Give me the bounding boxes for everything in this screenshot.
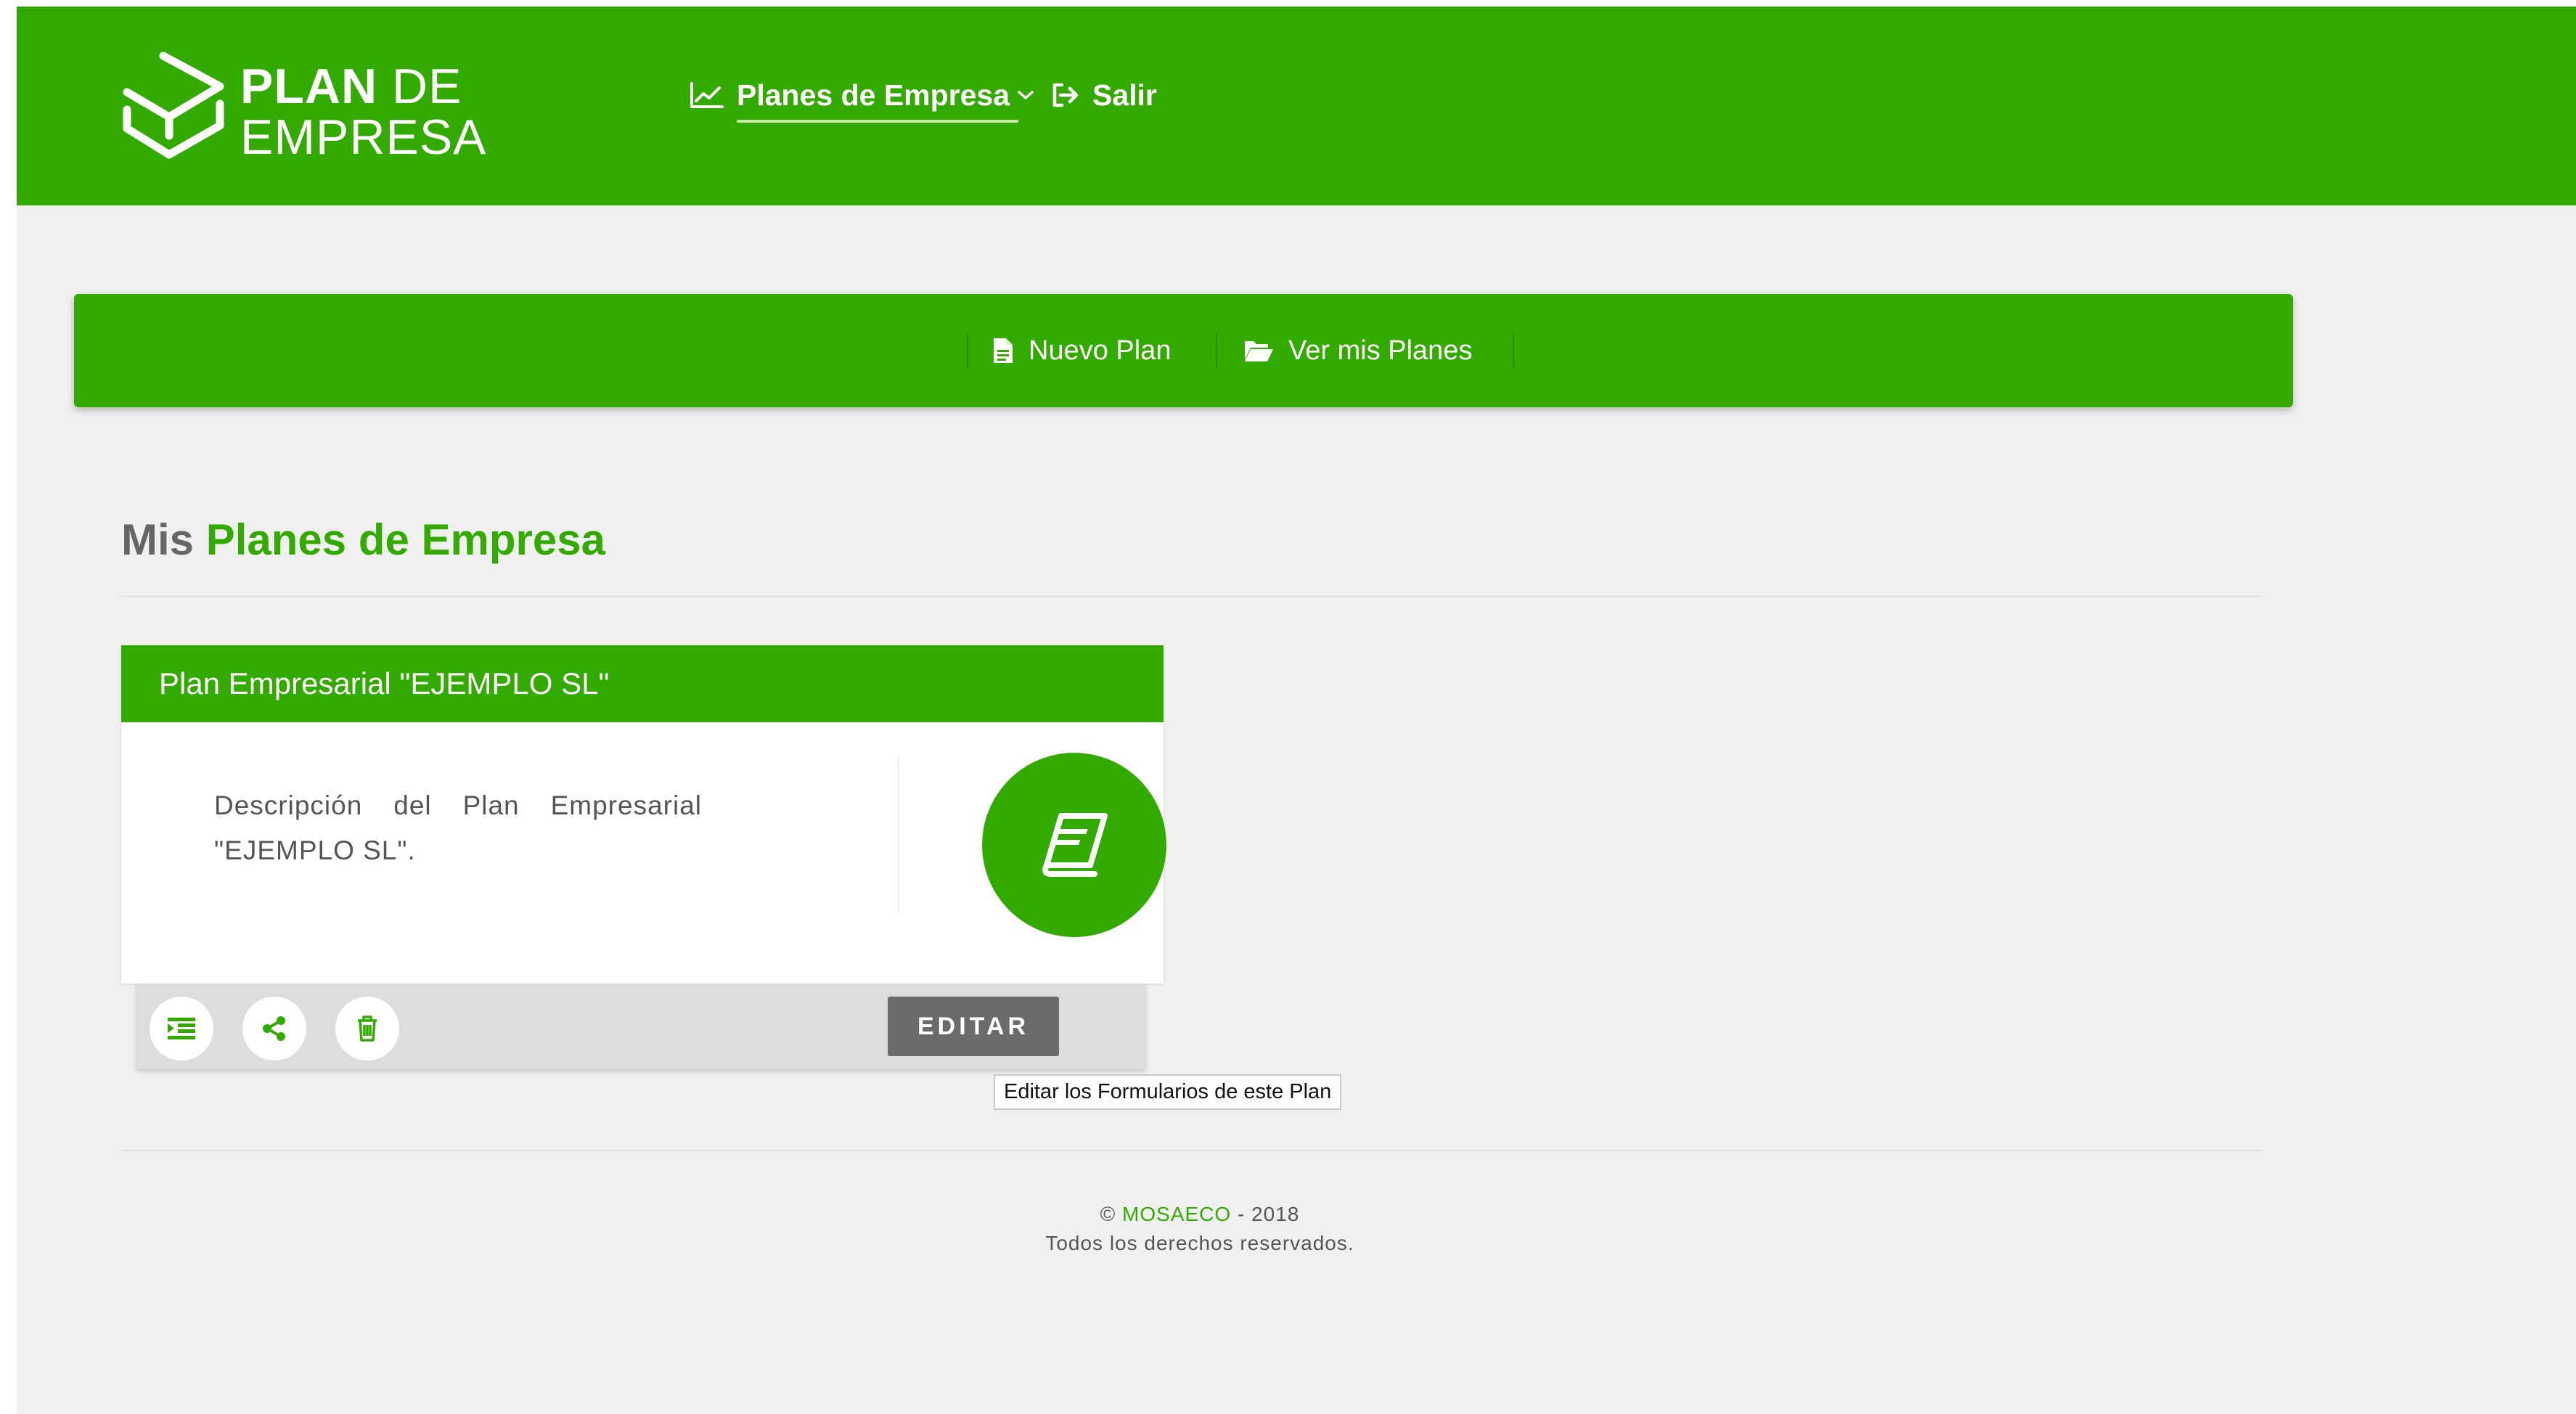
toolbar-divider — [967, 333, 968, 368]
title-divider — [121, 596, 2262, 597]
edit-tooltip: Editar los Formularios de este Plan — [994, 1074, 1342, 1110]
delete-plan-button[interactable] — [335, 997, 399, 1060]
nav-active-underline — [737, 120, 1019, 123]
sign-out-icon — [1052, 83, 1079, 107]
list-icon — [168, 1018, 195, 1039]
nav-plans-dropdown[interactable]: Planes de Empresa — [689, 73, 1046, 123]
plan-card: Plan Empresarial "EJEMPLO SL" Descripció… — [121, 645, 1166, 984]
view-plans-label: Ver mis Planes — [1288, 335, 1473, 366]
plan-emblem — [982, 753, 1166, 937]
brand-wordmark: PLAN DE EMPRESA — [240, 62, 487, 162]
top-navbar: PLAN DE EMPRESA Planes de Empresa Salir — [17, 7, 2576, 205]
plans-toolbar: Nuevo Plan Ver mis Planes — [74, 294, 2293, 407]
share-icon — [263, 1016, 285, 1041]
new-plan-label: Nuevo Plan — [1029, 335, 1172, 366]
copyright-year: - 2018 — [1237, 1203, 1300, 1225]
cube-logo-icon — [123, 52, 224, 159]
footer-divider — [121, 1150, 2262, 1151]
chevron-down-icon — [1018, 91, 1034, 99]
rights-text: Todos los derechos reservados. — [1045, 1232, 1354, 1254]
copyright-line: © MOSAECO - 2018 — [924, 1200, 1476, 1229]
book-icon — [1042, 813, 1108, 877]
app-container: PLAN DE EMPRESA Planes de Empresa Salir … — [17, 7, 2576, 1414]
folder-open-icon — [1245, 341, 1273, 361]
card-divider — [898, 757, 899, 912]
plan-card-title: Plan Empresarial "EJEMPLO SL" — [121, 645, 1164, 722]
view-plans-button[interactable]: Ver mis Planes — [1243, 330, 1472, 371]
plan-card-description: Descripción del Plan Empresarial "EJEMPL… — [214, 790, 702, 865]
plan-card-actions: EDITAR — [136, 984, 1145, 1069]
document-icon — [994, 338, 1013, 363]
page-footer: © MOSAECO - 2018 Todos los derechos rese… — [924, 1200, 1476, 1258]
new-plan-button[interactable]: Nuevo Plan — [992, 330, 1171, 371]
nav-plans-label: Planes de Empresa — [737, 78, 1010, 112]
trash-icon — [358, 1015, 377, 1042]
toolbar-divider — [1513, 333, 1514, 368]
trend-chart-icon — [690, 82, 724, 108]
company-link[interactable]: MOSAECO — [1122, 1203, 1231, 1225]
page-title: Mis Planes de Empresa — [121, 515, 605, 565]
nav-exit-label: Salir — [1092, 78, 1157, 112]
brand-logo[interactable]: PLAN DE EMPRESA — [118, 49, 496, 172]
nav-exit-link[interactable]: Salir — [1050, 73, 1157, 117]
brand-word-plan: PLAN — [240, 59, 378, 114]
toolbar-divider — [1216, 333, 1217, 368]
copyright-symbol: © — [1100, 1203, 1116, 1225]
page-title-prefix: Mis — [121, 515, 195, 564]
brand-word-de: DE — [392, 59, 462, 114]
edit-plan-button[interactable]: EDITAR — [888, 997, 1059, 1056]
share-plan-button[interactable] — [242, 997, 306, 1060]
brand-word-empresa: EMPRESA — [240, 110, 487, 165]
page-title-accent: Planes de Empresa — [205, 515, 605, 564]
list-sections-button[interactable] — [150, 997, 213, 1060]
